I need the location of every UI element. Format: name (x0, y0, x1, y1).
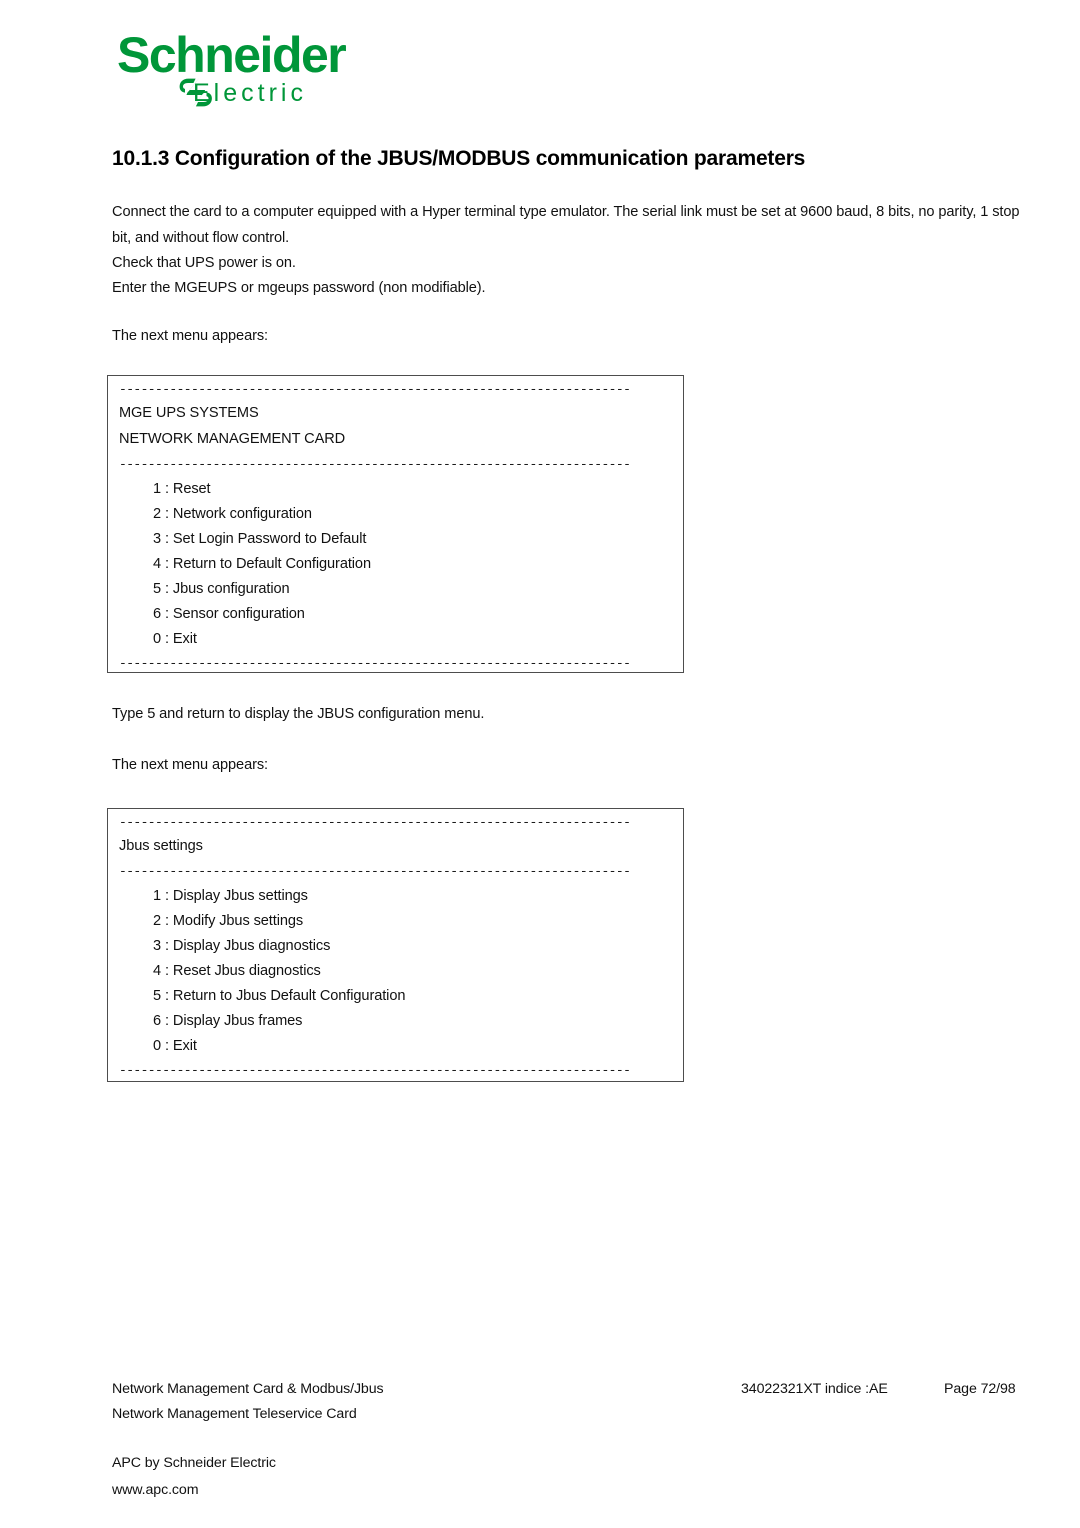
next-menu-label-2: The next menu appears: (112, 757, 268, 773)
terminal2-menu-item-0: 0 : Exit (153, 1038, 197, 1054)
section-heading: 10.1.3 Configuration of the JBUS/MODBUS … (112, 147, 806, 170)
terminal1-title-line-2: NETWORK MANAGEMENT CARD (119, 431, 346, 447)
terminal1-menu-item-6: 6 : Sensor configuration (153, 606, 305, 622)
terminal2-menu-item-3: 3 : Display Jbus diagnostics (153, 938, 331, 954)
footer-product-line-2: Network Management Teleservice Card (112, 1406, 357, 1422)
terminal1-menu-item-1: 1 : Reset (153, 481, 211, 497)
check-power-paragraph: Check that UPS power is on. (112, 255, 296, 271)
terminal1-rule-middle: ----------------------------------------… (119, 457, 631, 472)
terminal1-rule-bottom: ----------------------------------------… (119, 656, 631, 671)
terminal2-menu-item-2: 2 : Modify Jbus settings (153, 913, 304, 929)
footer-website-link[interactable]: www.apc.com (112, 1478, 199, 1503)
terminal2-menu-item-1: 1 : Display Jbus settings (153, 888, 308, 904)
terminal1-title-line-1: MGE UPS SYSTEMS (119, 405, 259, 421)
footer-page-number: Page 72/98 (944, 1381, 1016, 1397)
terminal1-menu-item-3: 3 : Set Login Password to Default (153, 531, 367, 547)
terminal2-menu-item-5: 5 : Return to Jbus Default Configuration (153, 988, 406, 1004)
terminal2-menu-item-4: 4 : Reset Jbus diagnostics (153, 963, 321, 979)
terminal1-menu-item-0: 0 : Exit (153, 631, 197, 647)
footer-document-reference: 34022321XT indice :AE (741, 1381, 888, 1397)
terminal1-menu-item-4: 4 : Return to Default Configuration (153, 556, 371, 572)
terminal1-menu-item-2: 2 : Network configuration (153, 506, 312, 522)
terminal2-rule-middle: ----------------------------------------… (119, 864, 631, 879)
terminal-output-jbus-menu: ----------------------------------------… (107, 808, 684, 1082)
brand-wordmark: Schneider (117, 27, 347, 83)
terminal2-rule-bottom: ----------------------------------------… (119, 1063, 631, 1078)
footer-product-line-1: Network Management Card & Modbus/Jbus (112, 1381, 384, 1397)
terminal2-title-line-1: Jbus settings (119, 838, 203, 854)
intro-paragraph: Connect the card to a computer equipped … (112, 204, 1020, 246)
terminal2-rule-top: ----------------------------------------… (119, 815, 631, 830)
enter-password-paragraph: Enter the MGEUPS or mgeups password (non… (112, 280, 486, 296)
terminal1-rule-top: ----------------------------------------… (119, 382, 631, 397)
document-page: Schneider Electric 10.1.3 Configuration … (0, 0, 1080, 1528)
next-menu-label-1: The next menu appears: (112, 328, 268, 344)
schneider-electric-logo: Schneider Electric (117, 30, 417, 110)
type-5-paragraph: Type 5 and return to display the JBUS co… (112, 706, 485, 722)
footer-company: APC by Schneider Electric (112, 1455, 276, 1471)
brand-subwordmark: Electric (193, 79, 307, 107)
terminal1-menu-item-5: 5 : Jbus configuration (153, 581, 290, 597)
terminal2-menu-item-6: 6 : Display Jbus frames (153, 1013, 303, 1029)
terminal-output-main-menu: ----------------------------------------… (107, 375, 684, 673)
